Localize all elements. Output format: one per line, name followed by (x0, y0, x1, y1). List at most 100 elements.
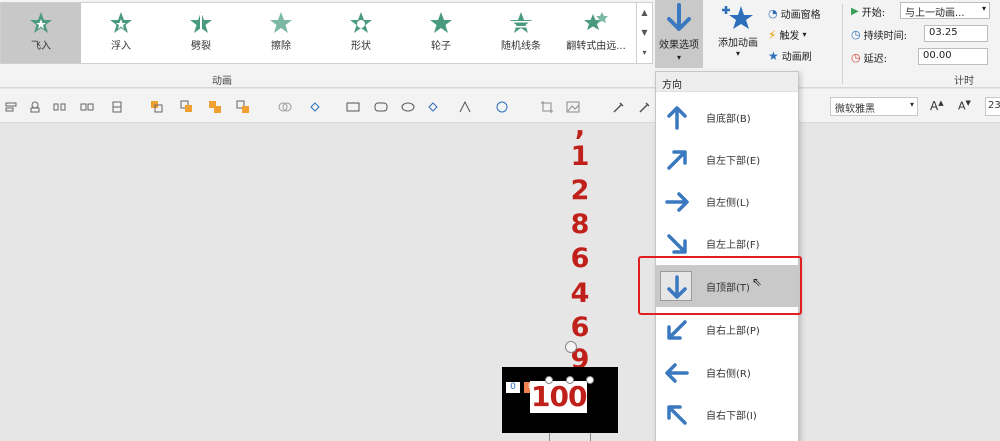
add-animation-button[interactable]: 添加动画 ▾ (712, 0, 764, 68)
star-split-icon (190, 12, 212, 33)
animation-pane-label: 动画窗格 (780, 10, 821, 21)
rounded-rect-icon[interactable] (374, 99, 388, 113)
distribute-h-icon[interactable] (80, 99, 94, 113)
distribute-icon[interactable] (53, 99, 67, 113)
menu-item-label: 自右下部(I) (706, 411, 757, 422)
menu-item-label: 自左上部(F) (706, 240, 760, 251)
delay-label-row: ◷ 延迟: (851, 50, 887, 65)
resize-handle[interactable] (566, 376, 574, 384)
animation-split[interactable]: 劈裂 (161, 3, 241, 63)
resize-handle[interactable] (545, 376, 553, 384)
shape-icon[interactable] (28, 99, 42, 113)
trigger-button[interactable]: ⚡ 触发 ▾ (768, 27, 806, 43)
star-grow-turn-icon (584, 12, 608, 30)
digit-column-item: 8 (570, 209, 590, 240)
timing-group-label: 计时 (954, 76, 974, 87)
effect-options-button[interactable]: 效果选项 ▾ (655, 0, 703, 68)
scroll-up-icon[interactable]: ▲ (637, 3, 652, 23)
align-icon[interactable] (4, 99, 18, 113)
start-value: 与上一动画... (905, 8, 965, 19)
font-name-select[interactable]: 微软雅黑 ▾ (830, 97, 918, 116)
union-shape-icon[interactable] (278, 99, 292, 113)
menu-item-label: 自右侧(R) (706, 369, 751, 380)
digit-column-item: 4 (570, 278, 590, 309)
arrow-up-left-icon (664, 402, 690, 428)
small-digit: 0 (506, 382, 520, 393)
gallery-more-icon[interactable]: ▾ (637, 43, 652, 63)
animation-group-label: 动画 (212, 76, 232, 87)
highlight-annotation (638, 256, 802, 315)
shape-fill-icon[interactable] (308, 99, 322, 113)
animation-pane-button[interactable]: ◔ 动画窗格 (768, 6, 821, 21)
arrow-down-icon (667, 3, 691, 31)
menu-item-from-bottom-right[interactable]: 自右下部(I) (656, 393, 798, 435)
animations-ribbon: 飞入 浮入 劈裂 擦除 形状 轮子 随机线条 翻转式由远... ▲ ▼ ▾ 动画… (0, 0, 1000, 88)
send-backward-icon[interactable] (180, 99, 194, 113)
digit-column-item: 2 (570, 175, 590, 206)
animation-wipe[interactable]: 擦除 (241, 3, 321, 63)
animation-random-bars[interactable]: 随机线条 (481, 3, 561, 63)
menu-item-label: 自左下部(E) (706, 156, 761, 167)
menu-item-label: 自底部(B) (706, 114, 751, 125)
font-size-value: 23 (988, 100, 1000, 111)
eyedropper2-icon[interactable] (638, 99, 652, 113)
duration-label-row: ◷ 持续时间: (851, 27, 907, 42)
lightning-icon: ⚡ (768, 27, 777, 42)
animation-grow-turn[interactable]: 翻转式由远... (556, 3, 636, 63)
star-random-bars-icon (510, 12, 532, 33)
clock-icon: ◷ (851, 28, 861, 41)
add-animation-label: 添加动画 (718, 38, 758, 49)
menu-item-from-left[interactable]: 自左侧(L) (656, 180, 798, 222)
menu-item-from-bottom-left[interactable]: 自左下部(E) (656, 138, 798, 180)
painter-star-icon: ★ (768, 48, 779, 63)
duration-label: 持续时间: (863, 31, 907, 42)
arrow-right-icon (664, 189, 690, 215)
animation-label: 随机线条 (501, 41, 541, 52)
delay-field[interactable]: 00.00 (918, 48, 988, 65)
shape-outline-icon[interactable] (426, 99, 440, 113)
picture-effects-icon[interactable] (495, 99, 509, 113)
animation-fly-in[interactable]: 飞入 (1, 3, 81, 63)
bring-front-icon[interactable] (208, 99, 222, 113)
menu-item-from-right[interactable]: 自右侧(R) (656, 351, 798, 393)
resize-handle[interactable] (586, 376, 594, 384)
oval-icon[interactable] (401, 99, 415, 113)
delay-label: 延迟: (863, 54, 887, 65)
duration-field[interactable]: 03.25 (924, 25, 988, 42)
send-back-icon[interactable] (236, 99, 250, 113)
text-effects-icon[interactable] (458, 99, 472, 113)
scroll-down-icon[interactable]: ▼ (637, 23, 652, 43)
gallery-scroll[interactable]: ▲ ▼ ▾ (637, 2, 653, 64)
animation-label: 飞入 (31, 41, 51, 52)
digit-column-item: 1 (570, 141, 590, 172)
animation-label: 轮子 (431, 41, 451, 52)
rectangle-icon[interactable] (346, 99, 360, 113)
animation-float-in[interactable]: 浮入 (81, 3, 161, 63)
trigger-label: 触发 (779, 31, 800, 42)
increase-font-icon[interactable]: A▲ (930, 99, 944, 113)
digit-column-item: 6 (570, 312, 590, 343)
crop-icon[interactable] (540, 99, 554, 113)
rotate-handle[interactable] (565, 341, 577, 353)
font-size-field[interactable]: 23 (985, 97, 1000, 116)
animation-painter-label: 动画刷 (781, 52, 812, 63)
star-wipe-icon (270, 12, 292, 33)
delay-clock-icon: ◷ (851, 51, 861, 64)
start-select[interactable]: 与上一动画... ▾ (900, 2, 990, 19)
decrease-font-icon[interactable]: A▼ (958, 99, 972, 113)
start-label-row: ▶ 开始: (851, 4, 885, 19)
menu-item-label: 自右上部(P) (706, 326, 760, 337)
bring-forward-icon[interactable] (150, 99, 164, 113)
chevron-down-icon: ▾ (735, 49, 740, 58)
arrow-up-icon (664, 105, 690, 131)
animation-painter-button[interactable]: ★ 动画刷 (768, 48, 812, 64)
menu-item-from-bottom[interactable]: 自底部(B) (656, 96, 798, 138)
star-wheel-icon (430, 12, 452, 33)
animation-shape[interactable]: 形状 (321, 3, 401, 63)
eyedropper-icon[interactable] (612, 99, 626, 113)
chevron-down-icon: ▾ (909, 100, 914, 109)
group-divider (842, 4, 843, 84)
animation-pane-icon: ◔ (768, 7, 778, 20)
animation-wheel[interactable]: 轮子 (401, 3, 481, 63)
group-icon[interactable] (110, 99, 124, 113)
